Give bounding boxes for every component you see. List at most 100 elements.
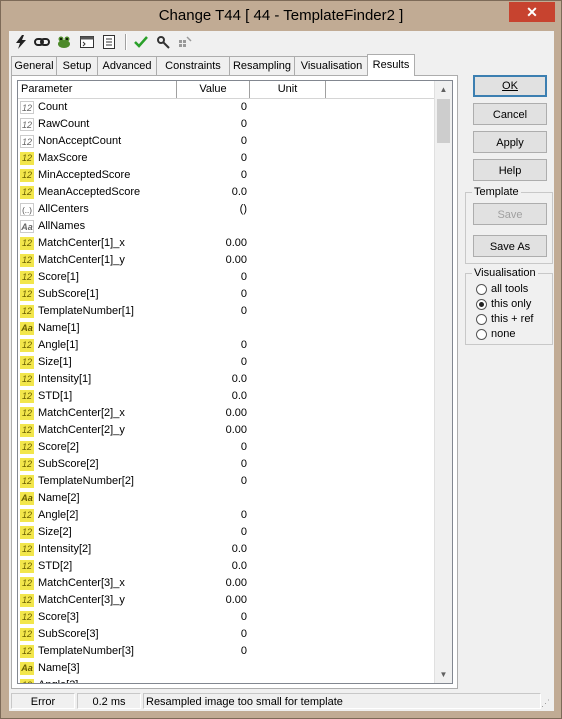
list-icon[interactable] — [101, 34, 117, 50]
table-row[interactable]: 12 MatchCenter[1]_x 0.00 — [18, 235, 442, 252]
parameter-name: Angle[3] — [38, 677, 78, 683]
frog-icon[interactable] — [56, 34, 72, 50]
parameter-value: 0 — [240, 458, 247, 470]
radio-selected-dot-icon — [479, 302, 484, 307]
table-row[interactable]: 12 Size[2] 0 — [18, 524, 442, 541]
table-row[interactable]: 12 MaxScore 0 — [18, 150, 442, 167]
column-header-value[interactable]: Value — [177, 81, 250, 98]
tab-visualisation[interactable]: Visualisation — [294, 56, 369, 75]
radio-circle-icon[interactable] — [476, 314, 487, 325]
resize-grip-icon[interactable]: ⋰ — [541, 698, 553, 710]
help-button[interactable]: Help — [473, 159, 547, 181]
tab-results[interactable]: Results — [367, 54, 415, 76]
parameter-name: MatchCenter[2]_y — [38, 424, 125, 436]
vertical-scrollbar[interactable]: ▲ ▼ — [434, 81, 452, 683]
tab-setup[interactable]: Setup — [56, 56, 98, 75]
table-row[interactable]: 12 MatchCenter[3]_y 0.00 — [18, 592, 442, 609]
table-row[interactable]: 12 MatchCenter[3]_x 0.00 — [18, 575, 442, 592]
table-row[interactable]: 12 TemplateNumber[2] 0 — [18, 473, 442, 490]
template-save-button[interactable]: Save — [473, 203, 547, 225]
table-row[interactable]: 12 RawCount 0 — [18, 116, 442, 133]
radio-circle-icon[interactable] — [476, 329, 487, 340]
radio-circle-icon[interactable] — [476, 299, 487, 310]
tool-icon[interactable] — [155, 34, 171, 50]
number-type-icon: 12 — [20, 628, 34, 641]
console-icon[interactable] — [79, 34, 95, 50]
table-row[interactable]: Aa Name[2] — [18, 490, 442, 507]
tab-constraints[interactable]: Constraints — [156, 56, 230, 75]
table-row[interactable]: 12 Score[3] 0 — [18, 609, 442, 626]
column-header-parameter[interactable]: Parameter — [18, 81, 177, 98]
parameter-name: STD[1] — [38, 390, 73, 402]
lightning-icon[interactable] — [13, 34, 29, 50]
number-type-icon: 12 — [20, 560, 34, 573]
radio-circle-icon[interactable] — [476, 284, 487, 295]
table-row[interactable]: 12 Intensity[1] 0.0 — [18, 371, 442, 388]
table-row[interactable]: 12 MatchCenter[1]_y 0.00 — [18, 252, 442, 269]
table-row[interactable]: 12 Size[1] 0 — [18, 354, 442, 371]
table-row[interactable]: 12 Angle[2] 0 — [18, 507, 442, 524]
link-icon[interactable] — [34, 34, 50, 50]
tab-strip: General Setup Advanced Constraints Resam… — [11, 54, 431, 76]
number-type-icon: 12 — [20, 526, 34, 539]
number-type-icon: 12 — [20, 611, 34, 624]
table-row[interactable]: 12 SubScore[3] 0 — [18, 626, 442, 643]
check-icon[interactable] — [133, 34, 149, 50]
close-button[interactable]: ✕ — [509, 2, 555, 22]
parameter-value: 0 — [240, 645, 247, 657]
table-row[interactable]: 12 MatchCenter[2]_x 0.00 — [18, 405, 442, 422]
scroll-up-icon[interactable]: ▲ — [435, 81, 452, 98]
table-row[interactable]: Aa AllNames — [18, 218, 442, 235]
table-row[interactable]: 12 MeanAcceptedScore 0.0 — [18, 184, 442, 201]
scroll-down-icon[interactable]: ▼ — [435, 666, 452, 683]
table-row[interactable]: 12 Score[1] 0 — [18, 269, 442, 286]
tab-resampling[interactable]: Resampling — [229, 56, 295, 75]
grid-rows: 12 Count 0 12 RawCount 0 12 NonAcceptCount 0 12 Ma… — [18, 99, 442, 683]
table-row[interactable]: 12 MatchCenter[2]_y 0.00 — [18, 422, 442, 439]
ok-button[interactable]: OK — [473, 75, 547, 97]
table-row[interactable]: 12 STD[2] 0.0 — [18, 558, 442, 575]
tab-advanced[interactable]: Advanced — [97, 56, 157, 75]
parameter-name: Intensity[2] — [38, 543, 92, 555]
table-row[interactable]: 12 SubScore[2] 0 — [18, 456, 442, 473]
text-type-icon: Aa — [20, 662, 34, 675]
number-type-icon: 12 — [20, 543, 34, 556]
parameter-value: 0 — [240, 475, 247, 487]
results-panel: Parameter Value Unit 12 Count 0 12 RawCount 0… — [11, 75, 458, 689]
table-row[interactable]: (..) AllCenters () — [18, 201, 442, 218]
table-row[interactable]: 12 Intensity[2] 0.0 — [18, 541, 442, 558]
table-row[interactable]: Aa Name[1] — [18, 320, 442, 337]
parameter-value: 0 — [240, 118, 247, 130]
table-row[interactable]: 12 SubScore[1] 0 — [18, 286, 442, 303]
parameter-name: Score[2] — [38, 441, 79, 453]
column-header-unit[interactable]: Unit — [250, 81, 326, 98]
number-type-icon: 12 — [20, 441, 34, 454]
table-row[interactable]: 12 Count 0 — [18, 99, 442, 116]
parameter-value: 0.00 — [225, 407, 247, 419]
number-type-icon: 12 — [20, 679, 34, 683]
number-type-icon: 12 — [20, 407, 34, 420]
table-row[interactable]: 12 TemplateNumber[3] 0 — [18, 643, 442, 660]
table-row[interactable]: 12 NonAcceptCount 0 — [18, 133, 442, 150]
template-save-as-button[interactable]: Save As — [473, 235, 547, 257]
number-type-icon: 12 — [20, 339, 34, 352]
grid-tool-icon[interactable] — [177, 34, 193, 50]
number-type-icon: 12 — [20, 271, 34, 284]
cancel-button[interactable]: Cancel — [473, 103, 547, 125]
title-bar[interactable]: Change T44 [ 44 - TemplateFinder2 ] ✕ — [1, 1, 561, 31]
apply-button[interactable]: Apply — [473, 131, 547, 153]
toolbar-separator — [125, 34, 127, 50]
number-type-icon: 12 — [20, 645, 34, 658]
table-row[interactable]: 12 Angle[1] 0 — [18, 337, 442, 354]
table-row[interactable]: 12 Angle[3] — [18, 677, 442, 683]
table-row[interactable]: Aa Name[3] — [18, 660, 442, 677]
scroll-thumb[interactable] — [437, 99, 450, 143]
tab-general[interactable]: General — [11, 56, 57, 75]
number-type-icon: 12 — [20, 424, 34, 437]
number-type-icon: 12 — [20, 390, 34, 403]
table-row[interactable]: 12 TemplateNumber[1] 0 — [18, 303, 442, 320]
table-row[interactable]: 12 Score[2] 0 — [18, 439, 442, 456]
parameter-name: Score[3] — [38, 611, 79, 623]
table-row[interactable]: 12 MinAcceptedScore 0 — [18, 167, 442, 184]
table-row[interactable]: 12 STD[1] 0.0 — [18, 388, 442, 405]
